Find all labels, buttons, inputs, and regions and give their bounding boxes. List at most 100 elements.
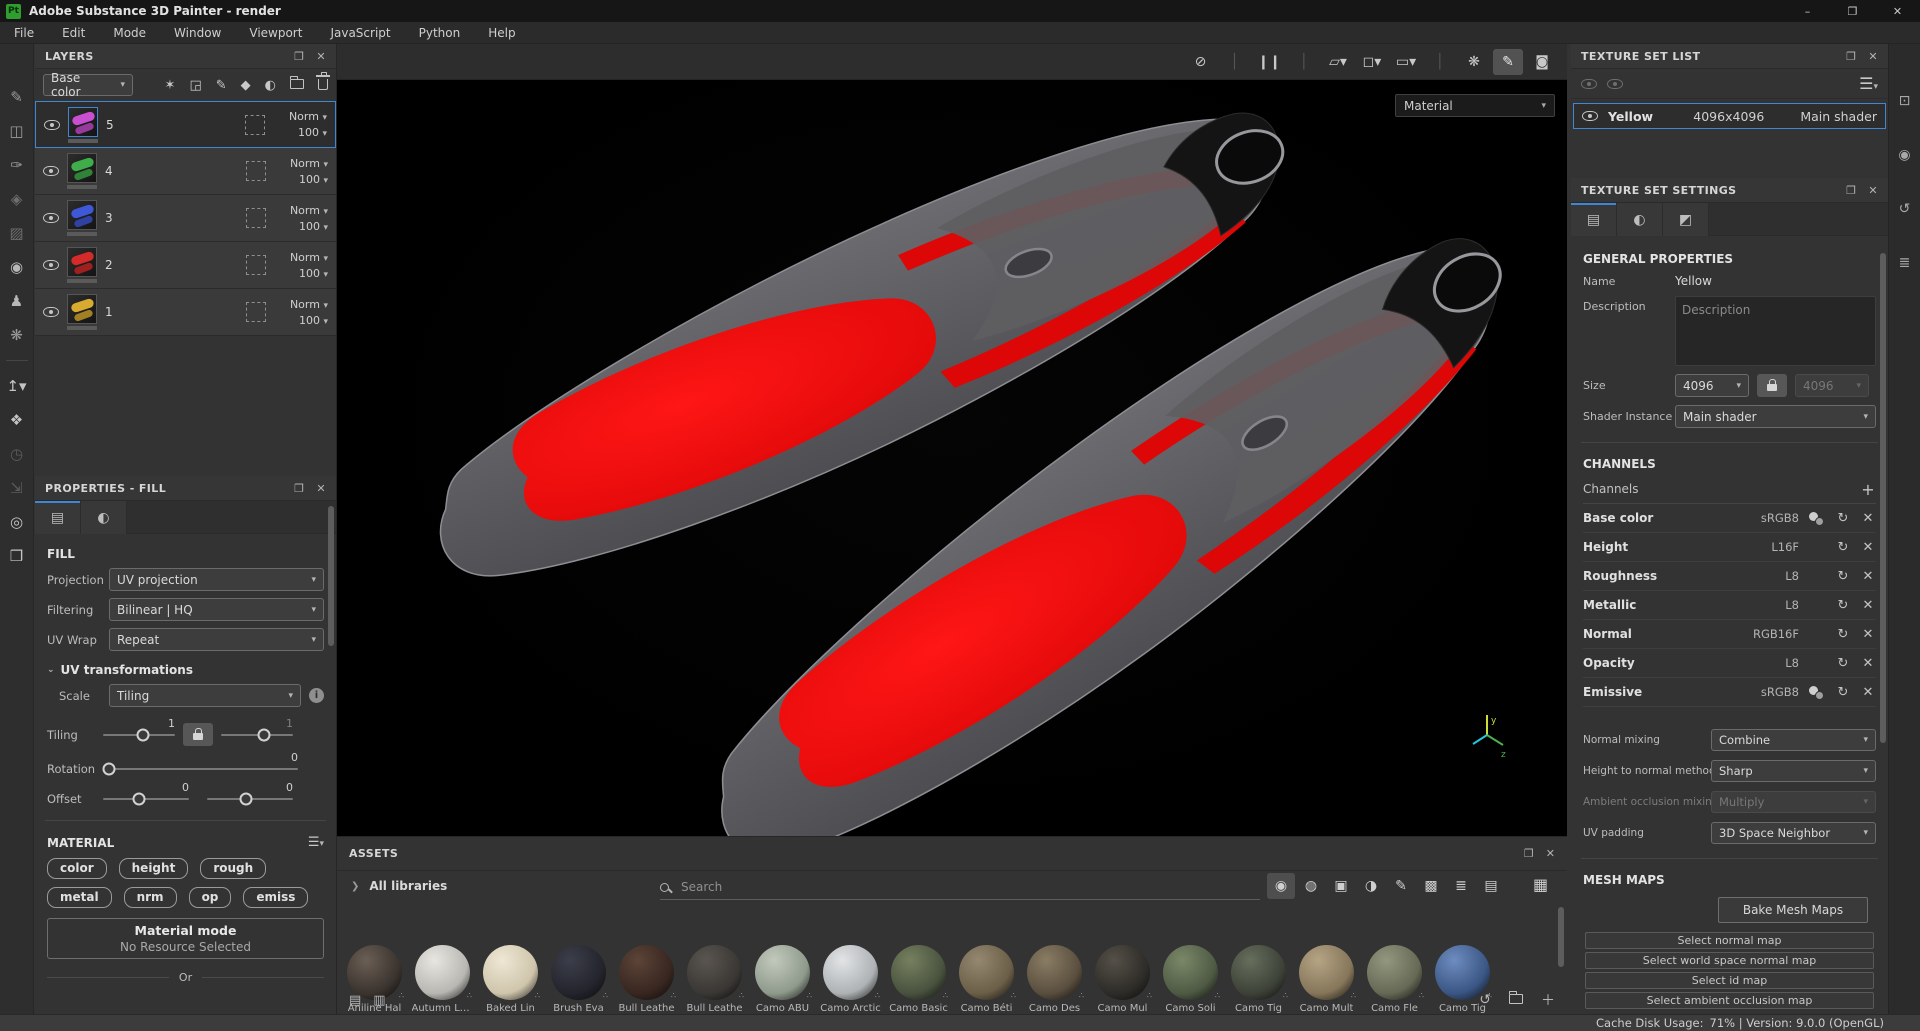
tool-icon[interactable]: ♟ bbox=[0, 284, 34, 318]
material-channel-button[interactable]: height bbox=[118, 858, 189, 879]
texture-set-row[interactable]: Yellow 4096x4096 Main shader bbox=[1573, 103, 1886, 129]
menu-item[interactable]: Help bbox=[474, 22, 529, 44]
tool-icon[interactable]: ❖ bbox=[0, 403, 34, 437]
shelf-view-list-icon[interactable]: ▤ bbox=[349, 993, 361, 1008]
add-fill-layer-icon[interactable]: ◲ bbox=[189, 78, 201, 93]
float-panel-icon[interactable]: ❐ bbox=[1846, 50, 1856, 63]
asset-filter-icon[interactable]: ◑ bbox=[1357, 873, 1385, 899]
menu-item[interactable]: Python bbox=[405, 22, 475, 44]
viewport-tool-icon[interactable]: │ bbox=[1289, 49, 1319, 75]
mask-slot[interactable] bbox=[246, 255, 266, 275]
add-paint-layer-icon[interactable]: ✎ bbox=[216, 78, 227, 93]
add-smart-material-icon[interactable]: ◆ bbox=[241, 78, 251, 93]
shading-mode-select[interactable]: Material ▾ bbox=[1395, 94, 1555, 117]
menu-item[interactable]: JavaScript bbox=[316, 22, 404, 44]
delete-channel-icon[interactable]: ✕ bbox=[1860, 656, 1876, 671]
menu-item[interactable]: File bbox=[0, 22, 48, 44]
delete-channel-icon[interactable]: ✕ bbox=[1860, 540, 1876, 555]
toggle-all-visibility-icon[interactable] bbox=[1581, 78, 1597, 89]
rail-panel-icon[interactable]: ↺ bbox=[1888, 192, 1920, 226]
height-to-normal-select[interactable]: Sharp ▾ bbox=[1711, 760, 1876, 782]
scrollbar[interactable] bbox=[1558, 907, 1564, 967]
asset-filter-icon[interactable]: ≣ bbox=[1447, 873, 1475, 899]
material-options-icon[interactable]: ☰▾ bbox=[308, 835, 324, 850]
blend-mode[interactable]: Norm ▾ bbox=[290, 157, 328, 170]
rail-panel-icon[interactable]: ◉ bbox=[1888, 138, 1920, 172]
add-effect-icon[interactable]: ✶ bbox=[165, 78, 176, 93]
mask-slot[interactable] bbox=[245, 114, 265, 135]
size-width-select[interactable]: 4096 ▾ bbox=[1675, 374, 1749, 397]
blend-mode[interactable]: Norm ▾ bbox=[290, 204, 328, 217]
menu-item[interactable]: Edit bbox=[48, 22, 99, 44]
layer-row[interactable]: 2 Norm ▾ 100 ▾ bbox=[35, 242, 336, 289]
tiling-y-slider[interactable]: 1 bbox=[221, 717, 293, 741]
viewport-tool-icon[interactable]: ▱▾ bbox=[1323, 49, 1353, 75]
tool-icon[interactable]: ◎ bbox=[0, 505, 34, 539]
visibility-eye-icon[interactable] bbox=[43, 166, 59, 176]
mask-slot[interactable] bbox=[246, 208, 266, 228]
visibility-eye-icon[interactable] bbox=[43, 213, 59, 223]
reset-channel-icon[interactable]: ↻ bbox=[1835, 540, 1851, 555]
search-field[interactable] bbox=[660, 879, 1260, 900]
layer-opacity[interactable]: 100 ▾ bbox=[299, 267, 328, 280]
layer-row[interactable]: 3 Norm ▾ 100 ▾ bbox=[35, 195, 336, 242]
reset-channel-icon[interactable]: ↻ bbox=[1835, 598, 1851, 613]
float-panel-icon[interactable]: ❐ bbox=[294, 50, 304, 63]
tool-icon[interactable]: ◈ bbox=[0, 182, 34, 216]
size-lock-icon[interactable] bbox=[1757, 374, 1787, 397]
visibility-eye-icon[interactable] bbox=[43, 307, 59, 317]
add-channel-icon[interactable]: + bbox=[1860, 480, 1876, 499]
layer-thumbnail[interactable] bbox=[68, 106, 98, 137]
tab-settings[interactable]: ▤ bbox=[1571, 203, 1617, 236]
channel-row[interactable]: Height L16F ↻ ✕ bbox=[1583, 533, 1876, 562]
channel-row[interactable]: Opacity L8 ↻ ✕ bbox=[1583, 649, 1876, 678]
projection-select[interactable]: UV projection ▾ bbox=[109, 568, 324, 591]
delete-channel-icon[interactable]: ✕ bbox=[1860, 685, 1876, 700]
scrollbar[interactable] bbox=[1880, 253, 1886, 743]
channel-row[interactable]: Roughness L8 ↻ ✕ bbox=[1583, 562, 1876, 591]
material-channel-button[interactable]: op bbox=[188, 887, 232, 908]
layer-opacity[interactable]: 100 ▾ bbox=[299, 220, 328, 233]
grid-view-icon[interactable]: ▦ bbox=[1533, 875, 1548, 894]
layer-row[interactable]: 4 Norm ▾ 100 ▾ bbox=[35, 148, 336, 195]
layer-thumbnail[interactable] bbox=[67, 200, 97, 230]
tool-icon[interactable]: ✎ bbox=[0, 80, 34, 114]
channel-row[interactable]: Emissive sRGB8 ↻ ✕ bbox=[1583, 678, 1876, 707]
asset-filter-icon[interactable]: ▣ bbox=[1327, 873, 1355, 899]
select-mesh-map-button[interactable]: Select id map bbox=[1585, 972, 1874, 989]
tab-uv[interactable]: ◩ bbox=[1663, 203, 1709, 236]
refresh-shelf-icon[interactable]: ↺ bbox=[1479, 992, 1491, 1008]
asset-filter-icon[interactable]: ◉ bbox=[1267, 873, 1295, 899]
menu-item[interactable]: Viewport bbox=[235, 22, 316, 44]
description-input[interactable] bbox=[1675, 296, 1876, 366]
visibility-eye-icon[interactable] bbox=[43, 260, 59, 270]
add-asset-icon[interactable]: ＋ bbox=[1541, 990, 1555, 1010]
mask-slot[interactable] bbox=[246, 161, 266, 181]
tool-icon[interactable]: ◷ bbox=[0, 437, 34, 471]
scale-select[interactable]: Tiling ▾ bbox=[109, 684, 301, 707]
offset-x-slider[interactable]: 0 bbox=[103, 781, 189, 806]
visibility-eye-icon[interactable] bbox=[1582, 111, 1598, 121]
rail-panel-icon[interactable]: ⊡ bbox=[1888, 84, 1920, 118]
material-channel-button[interactable]: emiss bbox=[243, 887, 309, 908]
uv-transformations-header[interactable]: ⌄ UV transformations bbox=[47, 663, 324, 677]
viewport-tool-icon[interactable]: │ bbox=[1425, 49, 1455, 75]
channel-row[interactable]: Metallic L8 ↻ ✕ bbox=[1583, 591, 1876, 620]
tool-icon[interactable]: ✑ bbox=[0, 148, 34, 182]
uv-wrap-select[interactable]: Repeat ▾ bbox=[109, 628, 324, 651]
float-panel-icon[interactable]: ❐ bbox=[1846, 184, 1856, 197]
viewport-tool-icon[interactable]: ▭▾ bbox=[1391, 49, 1421, 75]
menu-item[interactable]: Window bbox=[160, 22, 235, 44]
layer-opacity[interactable]: 100 ▾ bbox=[299, 314, 328, 327]
viewport-tool-icon[interactable]: ◙ bbox=[1527, 49, 1557, 75]
close-panel-icon[interactable]: ✕ bbox=[1868, 184, 1878, 197]
close-panel-icon[interactable]: ✕ bbox=[1868, 50, 1878, 63]
shader-instance-select[interactable]: Main shader ▾ bbox=[1675, 405, 1876, 428]
material-mode-button[interactable]: Material mode No Resource Selected bbox=[47, 918, 324, 959]
delete-channel-icon[interactable]: ✕ bbox=[1860, 598, 1876, 613]
material-channel-button[interactable]: nrm bbox=[123, 887, 177, 908]
filtering-select[interactable]: Bilinear | HQ ▾ bbox=[109, 598, 324, 621]
uv-padding-select[interactable]: 3D Space Neighbor ▾ bbox=[1711, 822, 1876, 844]
asset-filter-icon[interactable]: ◍ bbox=[1297, 873, 1325, 899]
select-mesh-map-button[interactable]: Select normal map bbox=[1585, 932, 1874, 949]
